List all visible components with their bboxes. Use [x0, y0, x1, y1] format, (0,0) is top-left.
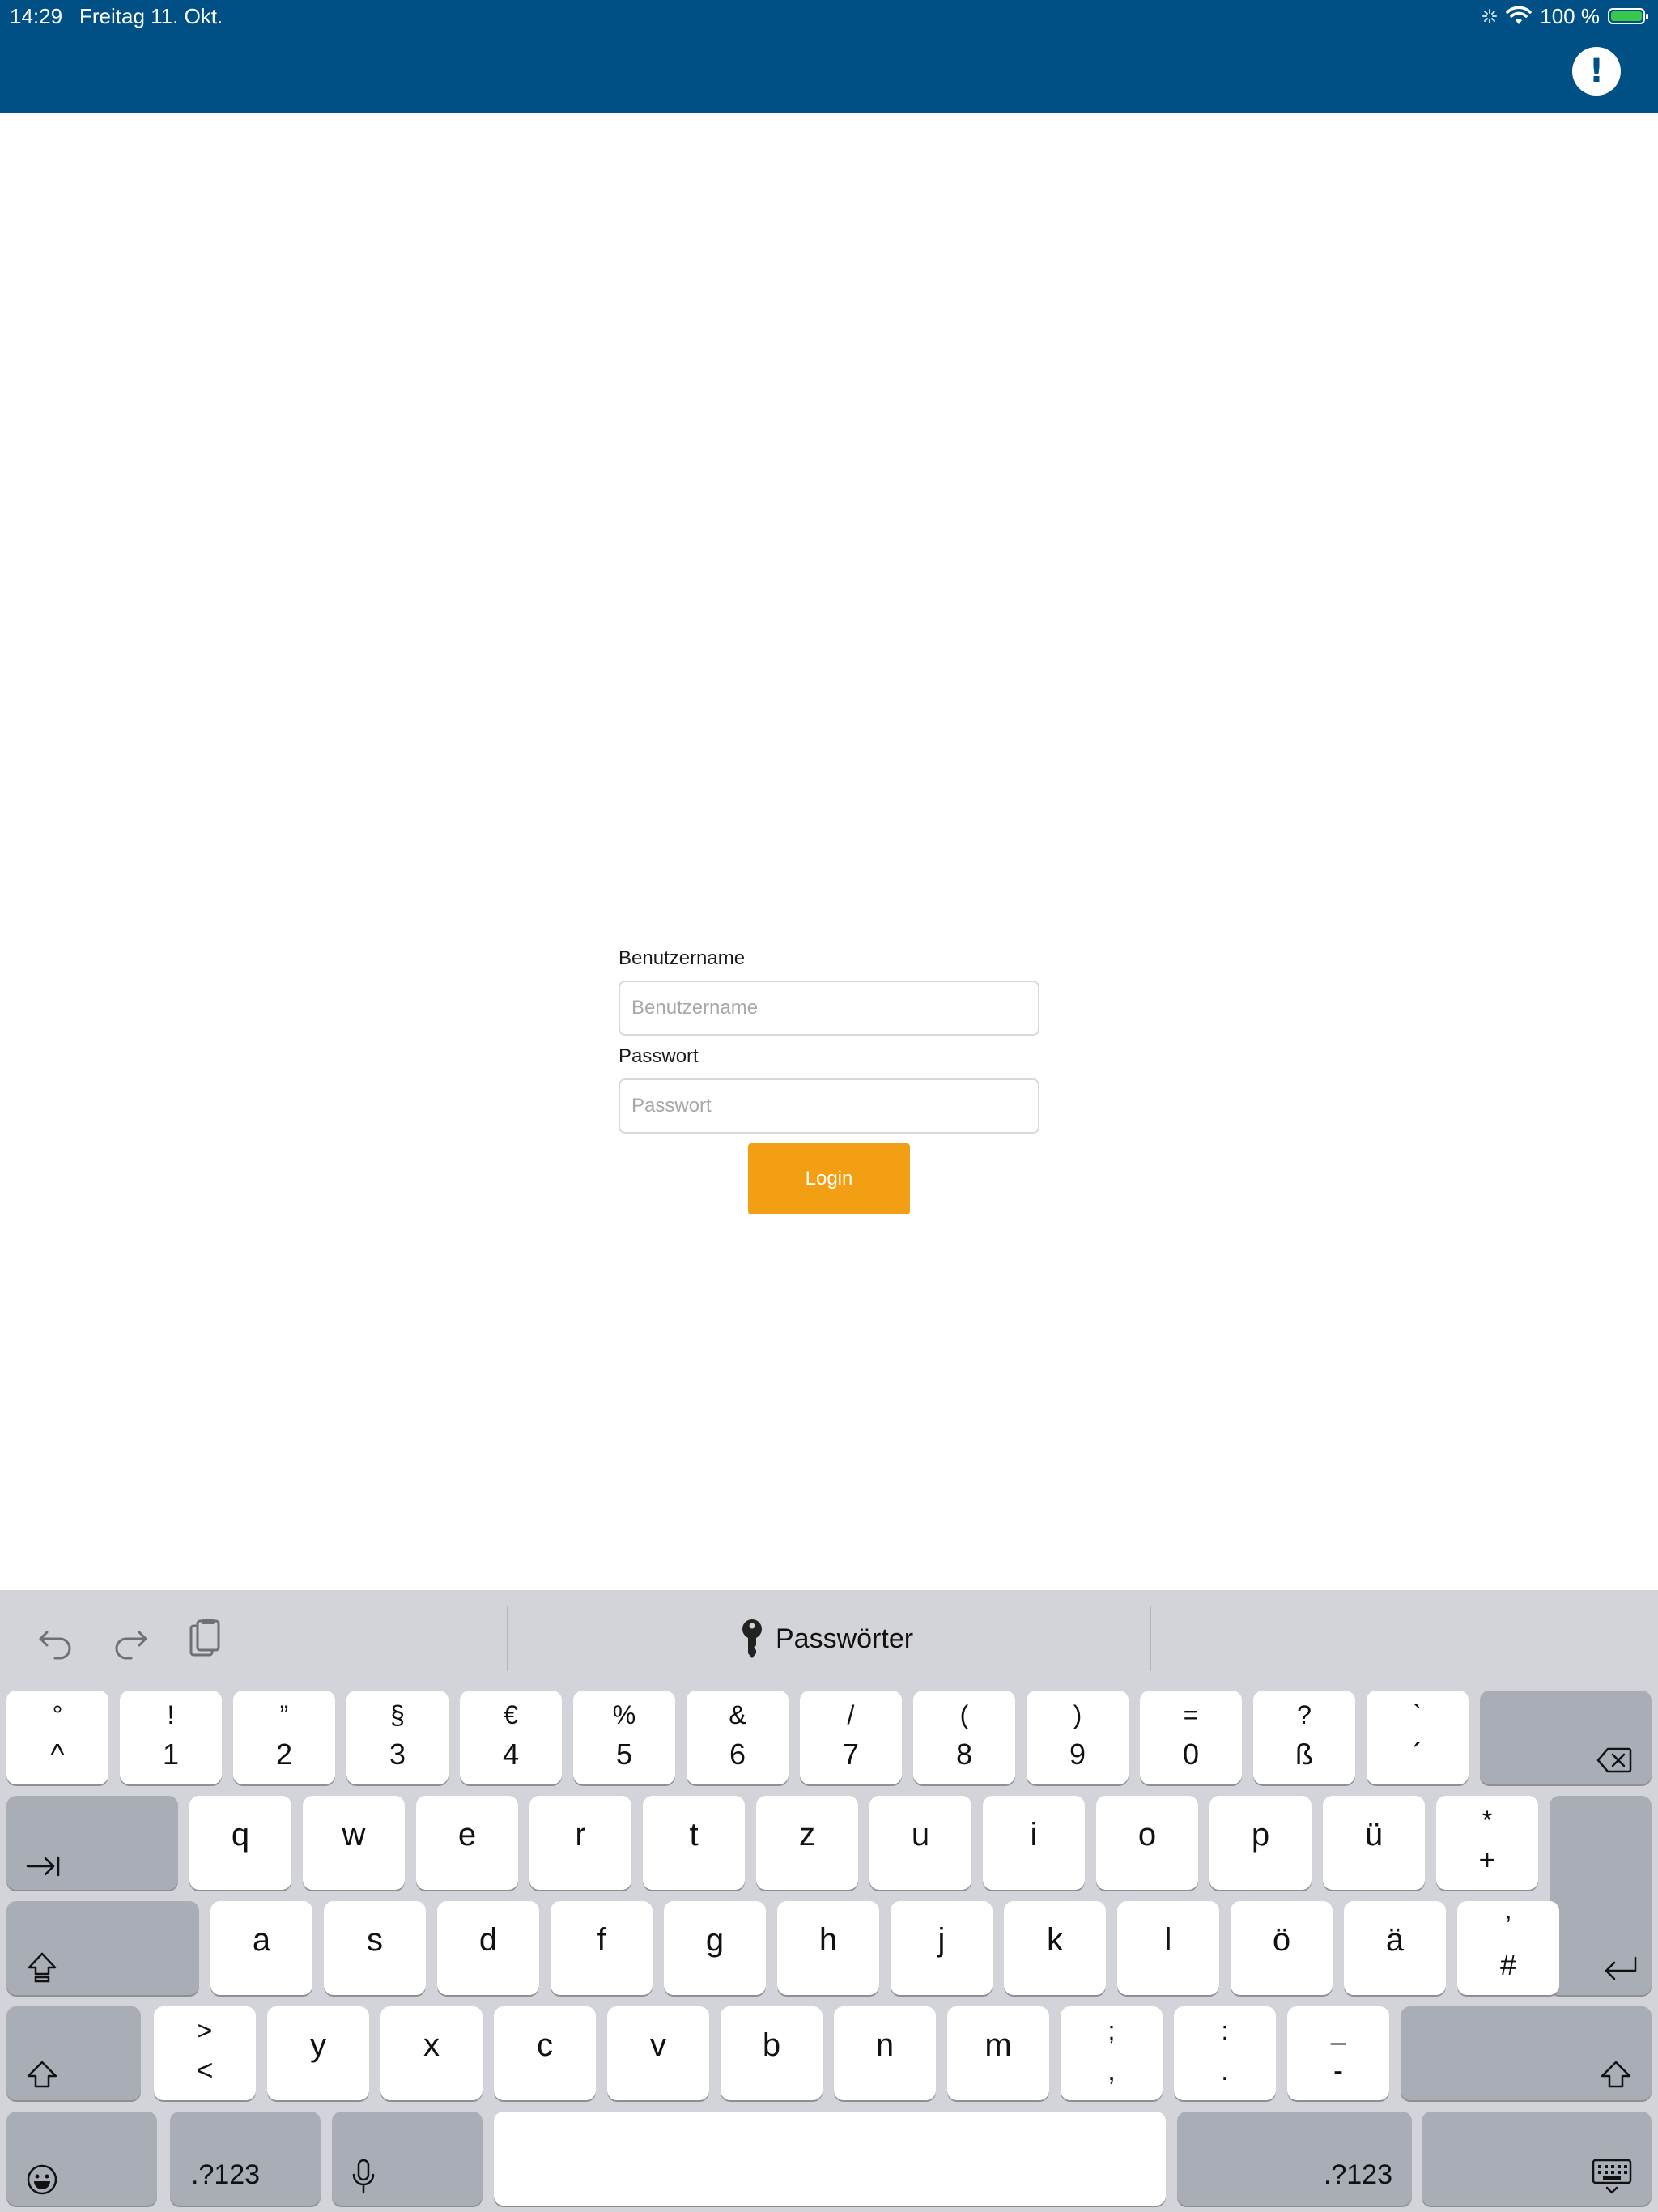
key-letter[interactable]: r	[529, 1796, 631, 1890]
key-number-12[interactable]: ` ´	[1367, 1691, 1469, 1784]
key-letter[interactable]: g	[664, 1901, 766, 1995]
header-bar: 14:29 Freitag 11. Okt. 100 % !	[0, 0, 1658, 113]
keyboard-toolbar: Passwörter	[0, 1590, 1658, 1687]
key-number-0[interactable]: ° ^	[6, 1691, 108, 1784]
keyboard-dismiss-icon	[1592, 2159, 1632, 2194]
clipboard-icon[interactable]	[178, 1614, 227, 1663]
shift-icon	[1601, 2061, 1631, 2088]
key-letter[interactable]: ä	[1344, 1901, 1446, 1995]
key-number-10[interactable]: = 0	[1140, 1691, 1242, 1784]
redo-icon[interactable]	[105, 1614, 154, 1663]
shift-key-right[interactable]	[1401, 2006, 1652, 2100]
key-letter[interactable]: t	[643, 1796, 745, 1890]
key-number-2[interactable]: ” 2	[233, 1691, 335, 1784]
key-letter[interactable]: x	[380, 2006, 483, 2100]
key-letter[interactable]: ö	[1231, 1901, 1333, 1995]
login-button[interactable]: Login	[748, 1143, 910, 1214]
shift-key-left[interactable]	[6, 2006, 141, 2100]
tab-key[interactable]	[6, 1796, 178, 1890]
key-letter[interactable]: e	[416, 1796, 518, 1890]
status-time: 14:29	[10, 4, 63, 28]
tab-icon	[26, 1856, 60, 1877]
key-letter[interactable]: l	[1117, 1901, 1219, 1995]
on-screen-keyboard: Passwörter ° ^! 1” 2 § 3 €4% 5 & 6/7(8) 9 = 0? ß ` ´ qw…	[0, 1590, 1658, 2212]
key-hash[interactable]: ’ #	[1457, 1901, 1559, 1995]
undo-icon[interactable]	[32, 1614, 81, 1663]
backspace-icon	[1596, 1747, 1632, 1773]
dictation-key[interactable]	[332, 2112, 483, 2206]
shift-icon	[27, 2061, 57, 2088]
key-icon	[742, 1619, 762, 1658]
key-letter[interactable]: k	[1004, 1901, 1106, 1995]
key-letter[interactable]: w	[303, 1796, 405, 1890]
numbers-key-right[interactable]: .?123	[1177, 2112, 1412, 2206]
battery-percent: 100 %	[1540, 3, 1600, 28]
key-letter[interactable]: m	[947, 2006, 1049, 2100]
return-key[interactable]	[1550, 1796, 1652, 1995]
key-letter[interactable]: p	[1209, 1796, 1312, 1890]
numbers-key-left[interactable]: .?123	[170, 2112, 321, 2206]
key-punctuation[interactable]: :.	[1174, 2006, 1276, 2100]
key-plus[interactable]: * +	[1436, 1796, 1538, 1890]
password-suggestion[interactable]: Passwörter	[738, 1613, 913, 1665]
toolbar-divider	[507, 1606, 508, 1671]
key-letter[interactable]: i	[983, 1796, 1085, 1890]
key-letter[interactable]: q	[189, 1796, 291, 1890]
key-number-1[interactable]: ! 1	[120, 1691, 222, 1784]
key-number-3[interactable]: § 3	[346, 1691, 449, 1784]
key-letter[interactable]: u	[869, 1796, 971, 1890]
username-label: Benutzername	[619, 947, 746, 969]
status-indicators: 100 %	[1482, 3, 1658, 29]
return-icon	[1605, 1956, 1637, 1980]
toolbar-divider	[1150, 1606, 1151, 1671]
key-letter[interactable]: c	[494, 2006, 596, 2100]
key-number-4[interactable]: €4	[460, 1691, 562, 1784]
key-letter[interactable]: j	[891, 1901, 993, 1995]
key-letter[interactable]: n	[834, 2006, 936, 2100]
key-letter[interactable]: s	[324, 1901, 426, 1995]
microphone-icon	[352, 2159, 375, 2194]
emoji-key[interactable]	[6, 2112, 157, 2206]
backspace-key[interactable]	[1480, 1691, 1652, 1784]
key-letter[interactable]: a	[210, 1901, 312, 1995]
alert-button[interactable]: !	[1572, 47, 1621, 96]
key-letter[interactable]: h	[777, 1901, 879, 1995]
caps-lock-icon	[28, 1952, 57, 1983]
key-letter[interactable]: d	[437, 1901, 539, 1995]
key-letter[interactable]: b	[721, 2006, 823, 2100]
key-number-11[interactable]: ? ß	[1253, 1691, 1355, 1784]
dismiss-keyboard-key[interactable]	[1422, 2112, 1652, 2206]
key-letter[interactable]: f	[551, 1901, 653, 1995]
wifi-icon	[1506, 6, 1533, 24]
key-letter[interactable]: ü	[1323, 1796, 1425, 1890]
password-label: Passwort	[619, 1045, 699, 1067]
username-input[interactable]	[619, 981, 1039, 1036]
battery-icon	[1608, 8, 1648, 24]
key-punctuation[interactable]: _ -	[1287, 2006, 1389, 2100]
key-number-8[interactable]: (8	[913, 1691, 1015, 1784]
key-number-6[interactable]: & 6	[687, 1691, 789, 1784]
key-number-9[interactable]: ) 9	[1027, 1691, 1129, 1784]
space-bar[interactable]	[494, 2112, 1166, 2206]
key-letter[interactable]: v	[607, 2006, 709, 2100]
caps-lock-key[interactable]	[6, 1901, 199, 1995]
key-punctuation[interactable]: ;,	[1061, 2006, 1163, 2100]
emoji-icon	[27, 2164, 57, 2195]
password-suggestion-label: Passwörter	[776, 1623, 914, 1654]
key-angle-brackets[interactable]: > <	[154, 2006, 256, 2100]
key-letter[interactable]: o	[1096, 1796, 1198, 1890]
key-letter[interactable]: y	[267, 2006, 369, 2100]
password-input[interactable]	[619, 1078, 1039, 1134]
status-date: Freitag 11. Okt.	[79, 4, 223, 28]
key-number-7[interactable]: /7	[800, 1691, 902, 1784]
key-letter[interactable]: z	[756, 1796, 858, 1890]
activity-icon	[1482, 9, 1498, 23]
key-number-5[interactable]: % 5	[573, 1691, 675, 1784]
